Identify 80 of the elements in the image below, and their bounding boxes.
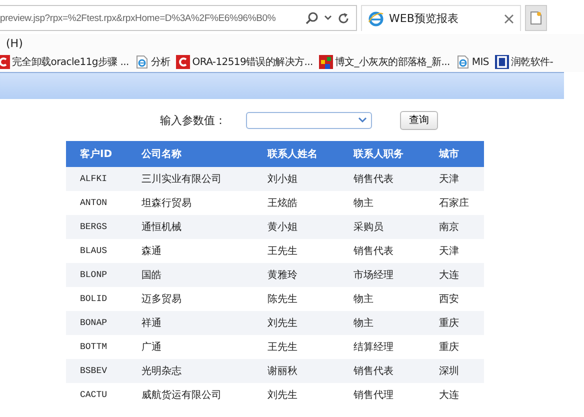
table-cell: 市场经理 (339, 263, 426, 287)
table-cell: 深圳 (425, 359, 484, 383)
table-cell: 重庆 (425, 335, 484, 359)
table-cell: 刘先生 (254, 383, 340, 407)
table-cell: 物主 (339, 311, 426, 335)
address-bar[interactable]: preview.jsp?rpx=%2Ftest.rpx&rpxHome=D%3A%2F%E6%96%B0% (0, 5, 357, 31)
table-cell: 迈多贸易 (128, 287, 254, 311)
column-header: 客户ID (66, 141, 128, 167)
table-cell: 黄小姐 (254, 215, 340, 239)
table-cell: 西安 (425, 287, 484, 311)
favorite-link[interactable]: 润乾软件- (494, 55, 554, 69)
mosaic-icon (318, 55, 333, 69)
favorite-link[interactable]: 博文_小灰灰的部落格_新... (318, 55, 450, 69)
table-cell: 森通 (128, 239, 254, 263)
query-button[interactable]: 查询 (400, 110, 438, 130)
table-cell: 坦森行贸易 (128, 191, 254, 215)
url-text: preview.jsp?rpx=%2Ftest.rpx&rpxHome=D%3A%2F%E6%96%B0% (0, 12, 277, 24)
c-logo-icon (176, 55, 190, 69)
table-cell: BOTTM (66, 335, 128, 359)
table-cell: 黄雅玲 (254, 263, 340, 287)
table-cell: BSBEV (66, 359, 128, 383)
table-cell: BLAUS (66, 239, 128, 263)
table-cell: 陈先生 (254, 287, 340, 311)
table-cell: 销售代表 (339, 359, 426, 383)
close-icon[interactable] (504, 14, 514, 24)
table-cell: 销售代理 (339, 383, 426, 407)
table-cell: ANTON (66, 191, 128, 215)
favorite-link[interactable]: ORA-12519错误的解决方... (176, 55, 313, 69)
r-logo-icon (494, 55, 509, 69)
dropdown-icon (358, 117, 367, 123)
column-header: 联系人职务 (339, 141, 426, 167)
table-cell: 刘小姐 (254, 167, 340, 191)
table-cell: 南京 (425, 215, 484, 239)
table-cell: 销售代表 (339, 239, 426, 263)
table-cell: 销售代表 (339, 167, 426, 191)
table-cell: 结算经理 (339, 335, 426, 359)
new-tab-button[interactable] (525, 5, 547, 31)
refresh-icon[interactable] (337, 12, 350, 24)
table-cell: 谢丽秋 (254, 359, 340, 383)
table-cell: 天津 (425, 167, 484, 191)
table-cell: 国皓 (128, 263, 254, 287)
search-icon[interactable] (305, 11, 319, 25)
table-cell: 物主 (339, 287, 426, 311)
table-cell: 大连 (425, 383, 484, 407)
favorite-link[interactable]: MIS (456, 55, 489, 69)
table-cell: 刘先生 (254, 311, 340, 335)
favorite-link[interactable]: 分析 (134, 55, 170, 69)
page-icon (134, 55, 149, 69)
table-cell: 三川实业有限公司 (128, 167, 254, 191)
column-header: 联系人姓名 (254, 141, 340, 167)
table-cell: 光明杂志 (128, 359, 254, 383)
page-icon (456, 55, 470, 69)
table-cell: 祥通 (128, 311, 254, 335)
dropdown-icon[interactable] (324, 15, 332, 21)
table-cell: BERGS (66, 215, 128, 239)
table-cell: 物主 (339, 191, 426, 215)
parameter-label: 输入参数值： (160, 112, 227, 128)
table-cell: BONAP (66, 311, 128, 335)
table-cell: CACTU (66, 383, 128, 407)
table-cell: BLONP (66, 263, 128, 287)
favorite-link[interactable]: 完全卸载oracle11g步骤 ... (0, 55, 129, 69)
new-tab-icon (530, 11, 542, 25)
menu-item[interactable]: (H) (6, 36, 23, 50)
table-cell: 通恒机械 (128, 215, 254, 239)
table-cell: ALFKI (66, 167, 128, 191)
table-cell: BOLID (66, 287, 128, 311)
browser-logo-icon (368, 10, 384, 26)
table-cell: 王炫皓 (254, 191, 340, 215)
column-header: 城市 (425, 141, 484, 167)
table-cell: 威航货运有限公司 (128, 383, 254, 407)
table-cell: 王先生 (254, 335, 340, 359)
table-cell: 重庆 (425, 311, 484, 335)
browser-tab[interactable]: WEB预览报表 (361, 5, 521, 31)
table-cell: 采购员 (339, 215, 426, 239)
table-cell: 天津 (425, 239, 484, 263)
table-cell: 王先生 (254, 239, 340, 263)
table-cell: 石家庄 (425, 191, 484, 215)
table-cell: 广通 (128, 335, 254, 359)
column-header: 公司名称 (128, 141, 254, 167)
table-cell: 大连 (425, 263, 484, 287)
